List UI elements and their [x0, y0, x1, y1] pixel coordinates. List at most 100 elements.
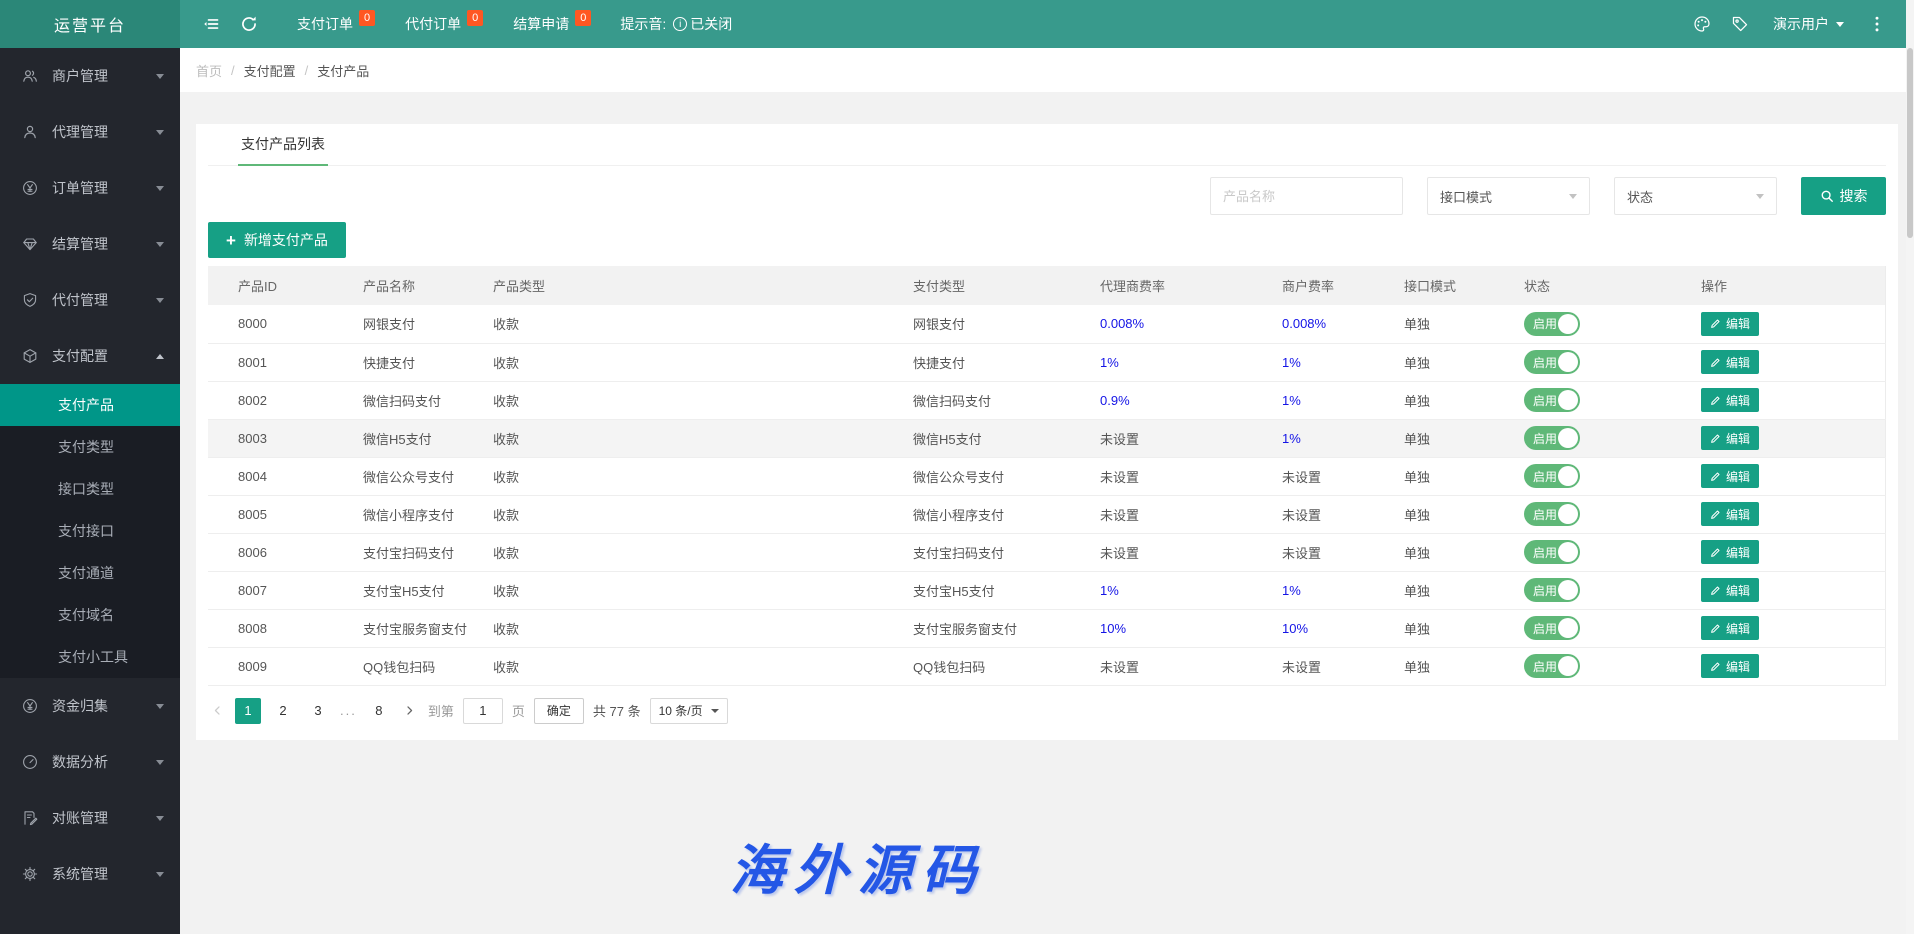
user-menu[interactable]: 演示用户	[1759, 0, 1858, 48]
chevron-left-icon	[212, 705, 223, 716]
sound-status[interactable]: 提示音: i 已关闭	[620, 14, 732, 34]
sidebar-item[interactable]: 订单管理	[0, 160, 180, 216]
breadcrumb-section[interactable]: 支付配置	[244, 61, 296, 80]
status-toggle[interactable]: 启用	[1524, 578, 1580, 602]
watermark-text: 海外源码	[730, 826, 986, 905]
sidebar-subitem[interactable]: 支付小工具	[0, 636, 180, 678]
edit-button[interactable]: 编辑	[1701, 578, 1759, 602]
status-toggle-label: 启用	[1533, 468, 1557, 485]
sidebar-item[interactable]: 系统管理	[0, 846, 180, 902]
confirm-page-button[interactable]: 确定	[534, 698, 584, 724]
status-toggle[interactable]: 启用	[1524, 426, 1580, 450]
edit-button[interactable]: 编辑	[1701, 502, 1759, 526]
status-toggle[interactable]: 启用	[1524, 502, 1580, 526]
status-toggle[interactable]: 启用	[1524, 464, 1580, 488]
sidebar-subitem[interactable]: 支付域名	[0, 594, 180, 636]
sidebar-item[interactable]: 数据分析	[0, 734, 180, 790]
sidebar-subitem[interactable]: 支付接口	[0, 510, 180, 552]
per-page-select[interactable]: 10 条/页	[650, 698, 728, 724]
cell-product-name: 网银支付	[363, 305, 493, 343]
agent-rate-value[interactable]: 1%	[1100, 355, 1119, 370]
add-payment-product-button[interactable]: + 新增支付产品	[208, 222, 346, 258]
status-toggle[interactable]: 启用	[1524, 654, 1580, 678]
table-row: 8002 微信扫码支付 收款 微信扫码支付 0.9% 1% 单独 启用 编辑	[208, 381, 1886, 419]
interface-mode-select[interactable]: 接口模式	[1427, 177, 1590, 215]
cell-product-type: 收款	[493, 647, 913, 685]
product-name-input[interactable]	[1210, 177, 1403, 215]
next-page-button[interactable]	[401, 698, 419, 724]
scrollbar-thumb[interactable]	[1907, 48, 1913, 238]
sidebar-item[interactable]: 结算管理	[0, 216, 180, 272]
agent-rate-value[interactable]: 1%	[1100, 583, 1119, 598]
page-number-button[interactable]: 1	[235, 698, 261, 724]
page-number-button[interactable]: 8	[366, 698, 392, 724]
sidebar-item[interactable]: 代理管理	[0, 104, 180, 160]
sidebar-item[interactable]: 代付管理	[0, 272, 180, 328]
status-select[interactable]: 状态	[1614, 177, 1777, 215]
edit-button[interactable]: 编辑	[1701, 388, 1759, 412]
sidebar-subitem[interactable]: 接口类型	[0, 468, 180, 510]
merchant-rate-value[interactable]: 1%	[1282, 355, 1301, 370]
merchant-rate-value[interactable]: 1%	[1282, 431, 1301, 446]
cell-merchant-rate: 未设置	[1282, 495, 1404, 533]
cell-actions: 编辑	[1701, 533, 1886, 571]
sidebar-subitem[interactable]: 支付通道	[0, 552, 180, 594]
tag-button[interactable]	[1721, 0, 1759, 48]
refresh-button[interactable]	[230, 0, 268, 48]
table-header-row: 产品ID 产品名称 产品类型 支付类型 代理商费率 商户费率 接口模式 状态 操…	[208, 266, 1886, 305]
edit-button-label: 编辑	[1726, 658, 1750, 675]
merchant-rate-value[interactable]: 0.008%	[1282, 316, 1326, 331]
merchant-rate-value[interactable]: 10%	[1282, 621, 1308, 636]
status-toggle[interactable]: 启用	[1524, 540, 1580, 564]
edit-button[interactable]: 编辑	[1701, 464, 1759, 488]
sidebar-item-label: 代理管理	[52, 122, 156, 142]
cell-interface-mode: 单独	[1404, 343, 1524, 381]
more-menu-button[interactable]	[1858, 0, 1896, 48]
filter-bar: 接口模式 状态 搜索	[208, 177, 1886, 215]
page-number-button[interactable]: 3	[305, 698, 331, 724]
search-icon	[1820, 189, 1834, 203]
cell-status: 启用	[1524, 381, 1701, 419]
goto-page-input[interactable]	[463, 698, 503, 724]
edit-button[interactable]: 编辑	[1701, 426, 1759, 450]
chevron-down-icon	[1569, 194, 1577, 199]
sidebar-item[interactable]: 资金归集	[0, 678, 180, 734]
edit-button[interactable]: 编辑	[1701, 654, 1759, 678]
search-button[interactable]: 搜索	[1801, 177, 1886, 215]
edit-button[interactable]: 编辑	[1701, 616, 1759, 640]
edit-button[interactable]: 编辑	[1701, 540, 1759, 564]
sidebar-item[interactable]: 商户管理	[0, 48, 180, 104]
merchant-rate-value[interactable]: 1%	[1282, 583, 1301, 598]
page-number-button[interactable]: 2	[270, 698, 296, 724]
tab-payment-product-list[interactable]: 支付产品列表	[238, 124, 328, 166]
theme-button[interactable]	[1683, 0, 1721, 48]
topnav-item[interactable]: 代付订单 0	[390, 0, 498, 48]
agent-rate-value[interactable]: 10%	[1100, 621, 1126, 636]
sidebar-subitem[interactable]: 支付类型	[0, 426, 180, 468]
agent-rate-value[interactable]: 0.008%	[1100, 316, 1144, 331]
edit-button[interactable]: 编辑	[1701, 312, 1759, 336]
topnav-item[interactable]: 支付订单 0	[282, 0, 390, 48]
merchant-rate-value[interactable]: 1%	[1282, 393, 1301, 408]
edit-button[interactable]: 编辑	[1701, 350, 1759, 374]
agent-rate-value[interactable]: 0.9%	[1100, 393, 1130, 408]
topnav-item[interactable]: 结算申请 0	[498, 0, 606, 48]
sidebar-item[interactable]: 支付配置	[0, 328, 180, 384]
cell-product-id: 8005	[208, 495, 363, 533]
add-button-label: 新增支付产品	[244, 230, 328, 250]
collapse-sidebar-button[interactable]	[192, 0, 230, 48]
table-wrap: 产品ID 产品名称 产品类型 支付类型 代理商费率 商户费率 接口模式 状态 操…	[208, 266, 1886, 686]
scrollbar[interactable]	[1906, 0, 1914, 934]
status-toggle-label: 启用	[1533, 354, 1557, 371]
status-toggle[interactable]: 启用	[1524, 388, 1580, 412]
previous-page-button[interactable]	[208, 698, 226, 724]
status-toggle[interactable]: 启用	[1524, 350, 1580, 374]
cell-product-type: 收款	[493, 305, 913, 343]
table-row: 8005 微信小程序支付 收款 微信小程序支付 未设置 未设置 单独 启用 编辑	[208, 495, 1886, 533]
status-toggle[interactable]: 启用	[1524, 312, 1580, 336]
breadcrumb-home[interactable]: 首页	[196, 61, 222, 80]
sidebar-item[interactable]: 对账管理	[0, 790, 180, 846]
status-toggle[interactable]: 启用	[1524, 616, 1580, 640]
cell-agent-rate: 未设置	[1100, 533, 1282, 571]
sidebar-subitem[interactable]: 支付产品	[0, 384, 180, 426]
